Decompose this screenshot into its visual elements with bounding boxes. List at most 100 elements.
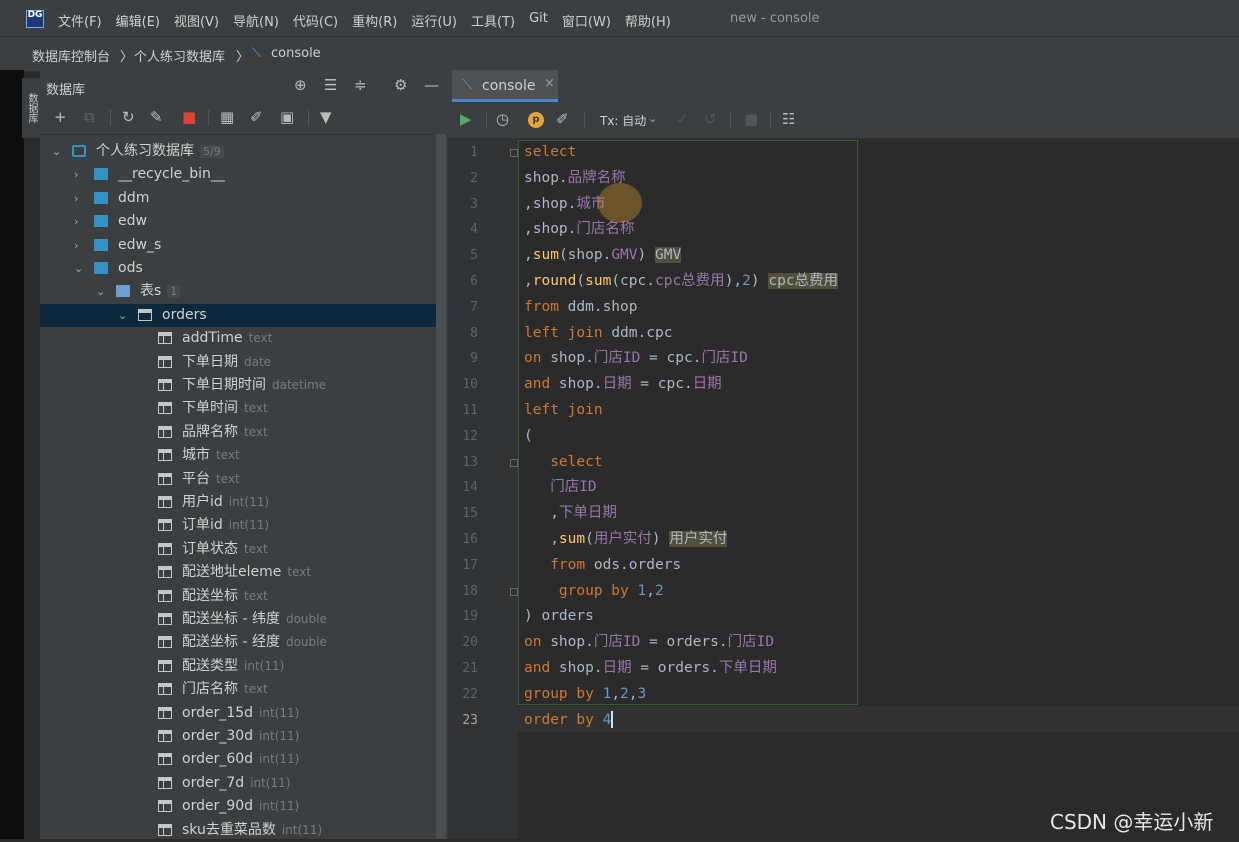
tree-column-item[interactable]: 下单日期 date <box>40 351 436 374</box>
gear-icon[interactable]: ⚙ <box>394 76 407 94</box>
chevron-right-icon[interactable]: › <box>74 234 78 257</box>
breadcrumb-item[interactable]: console <box>271 46 321 61</box>
code-line[interactable]: and shop.日期 = orders.下单日期 <box>524 656 777 682</box>
tree-column-item[interactable]: order_60d int(11) <box>40 748 436 771</box>
code-line[interactable]: 门店ID <box>524 475 596 501</box>
chevron-right-icon[interactable]: › <box>74 187 78 210</box>
code-line[interactable]: on shop.门店ID = orders.门店ID <box>524 630 774 656</box>
fold-marker-icon[interactable] <box>510 458 518 467</box>
edit-schema-icon[interactable]: ✎ <box>150 108 163 126</box>
menu-item[interactable]: 工具(T) <box>471 11 515 30</box>
tree-item-schema[interactable]: › edw_s <box>40 234 436 257</box>
code-line[interactable]: ,round(sum(cpc.cpc总费用),2) cpc总费用 <box>524 269 839 295</box>
rollback-icon[interactable]: ↺ <box>704 110 717 128</box>
code-line[interactable]: ,sum(用户实付) 用户实付 <box>524 527 728 553</box>
stop-icon[interactable]: ■ <box>744 110 758 128</box>
chevron-down-icon[interactable]: ⌄ <box>74 257 83 280</box>
tree-column-item[interactable]: 配送类型 int(11) <box>40 655 436 678</box>
menu-item[interactable]: 文件(F) <box>58 11 102 30</box>
breadcrumb-item[interactable]: 数据库控制台 <box>32 46 110 65</box>
collapse-all-icon[interactable]: ≑ <box>354 76 367 94</box>
history-icon[interactable]: ◷ <box>496 110 509 128</box>
code-line[interactable]: ,下单日期 <box>524 501 617 527</box>
chevron-right-icon[interactable]: › <box>74 163 78 186</box>
code-line[interactable]: select <box>524 140 576 166</box>
code-line[interactable]: group by 1,2 <box>524 579 664 605</box>
tree-item-schema[interactable]: › edw <box>40 210 436 233</box>
tree-item-schema[interactable]: › ddm <box>40 187 436 210</box>
menu-item[interactable]: 代码(C) <box>293 11 338 30</box>
tree-column-item[interactable]: 平台 text <box>40 468 436 491</box>
edit-icon[interactable]: ✐ <box>250 108 263 126</box>
code-line[interactable]: ,sum(shop.GMV) GMV <box>524 243 682 269</box>
explain-plan-icon[interactable]: p <box>528 112 544 128</box>
database-tool-tab[interactable]: 数据库 <box>22 78 40 138</box>
menu-item[interactable]: 重构(R) <box>352 11 397 30</box>
filter-icon[interactable]: ▼ <box>320 108 332 126</box>
commit-icon[interactable]: ✓ <box>676 110 689 128</box>
menu-item[interactable]: 编辑(E) <box>116 11 160 30</box>
code-line[interactable]: ) orders <box>524 604 594 630</box>
chevron-down-icon[interactable]: ⌄ <box>96 280 105 303</box>
sql-editor[interactable]: select shop.品牌名称 ,shop.城市 ,shop.门店名称 ,sum(sh… <box>518 138 1239 839</box>
tree-column-item[interactable]: 配送坐标 - 纬度 double <box>40 608 436 631</box>
stop-icon[interactable]: ■ <box>182 108 196 126</box>
tree-item-schema[interactable]: ⌄ ods <box>40 257 436 280</box>
code-line[interactable]: from ods.orders <box>524 553 681 579</box>
code-line[interactable]: from ddm.shop <box>524 295 638 321</box>
breadcrumb-item[interactable]: 个人练习数据库 <box>134 46 225 65</box>
code-line[interactable]: on shop.门店ID = cpc.门店ID <box>524 346 748 372</box>
menu-item[interactable]: 窗口(W) <box>562 11 611 30</box>
table-icon[interactable]: ▦ <box>220 108 234 126</box>
tree-column-item[interactable]: order_7d int(11) <box>40 772 436 795</box>
menu-item[interactable]: 导航(N) <box>233 11 279 30</box>
tree-column-item[interactable]: order_90d int(11) <box>40 795 436 818</box>
tree-column-item[interactable]: 城市 text <box>40 444 436 467</box>
menu-item[interactable]: 帮助(H) <box>625 11 671 30</box>
chevron-down-icon[interactable]: ⌄ <box>52 140 61 163</box>
code-line[interactable]: order by 4 <box>524 708 614 734</box>
run-icon[interactable]: ▶ <box>460 110 472 128</box>
tree-column-item[interactable]: 配送坐标 text <box>40 585 436 608</box>
tree-column-item[interactable]: 订单状态 text <box>40 538 436 561</box>
output-layout-icon[interactable]: ☷ <box>782 110 795 128</box>
code-line[interactable]: ,shop.城市 <box>524 192 605 218</box>
wrench-icon[interactable]: ✐ <box>556 110 569 128</box>
tree-column-item[interactable]: order_30d int(11) <box>40 725 436 748</box>
minimize-icon[interactable]: — <box>424 76 439 94</box>
close-icon[interactable]: × <box>544 76 555 91</box>
tree-column-item[interactable]: 下单时间 text <box>40 397 436 420</box>
code-line[interactable]: ( <box>524 424 533 450</box>
menu-item[interactable]: 运行(U) <box>411 11 457 30</box>
code-line[interactable]: select <box>524 450 602 476</box>
target-icon[interactable]: ⊕ <box>294 76 307 94</box>
expand-all-icon[interactable]: ☰ <box>324 76 337 94</box>
query-console-icon[interactable]: ▣ <box>280 108 294 126</box>
code-line[interactable]: and shop.日期 = cpc.日期 <box>524 372 722 398</box>
fold-marker-icon[interactable] <box>510 149 518 157</box>
fold-marker-icon[interactable] <box>510 587 518 596</box>
tree-column-item[interactable]: sku去重菜品数 int(11) <box>40 819 436 842</box>
chevron-right-icon[interactable]: › <box>74 210 78 233</box>
copy-icon[interactable]: ⧉ <box>84 108 95 126</box>
code-line[interactable]: group by 1,2,3 <box>524 682 646 708</box>
tree-item-schema[interactable]: › __recycle_bin__ <box>40 163 436 186</box>
code-line[interactable]: left join ddm.cpc <box>524 321 672 347</box>
tree-item-db[interactable]: ⌄ 个人练习数据库 5/9 <box>40 140 436 163</box>
tree-column-item[interactable]: 配送地址eleme text <box>40 561 436 584</box>
tree-item-folder[interactable]: ⌄ 表s 1 <box>40 280 436 303</box>
tab-console[interactable]: ⟍ console × <box>452 70 558 102</box>
menu-item[interactable]: Git <box>529 11 548 30</box>
tree-column-item[interactable]: 用户id int(11) <box>40 491 436 514</box>
chevron-down-icon[interactable]: ⌄ <box>118 304 127 327</box>
tree-column-item[interactable]: 品牌名称 text <box>40 421 436 444</box>
tree-item-table[interactable]: ⌄ orders <box>40 303 436 327</box>
menu-item[interactable]: 视图(V) <box>174 11 219 30</box>
tree-column-item[interactable]: 配送坐标 - 经度 double <box>40 631 436 654</box>
tree-column-item[interactable]: 订单id int(11) <box>40 514 436 537</box>
tree-scrollbar[interactable] <box>436 134 446 839</box>
code-line[interactable]: left join <box>524 398 603 424</box>
tree-column-item[interactable]: 门店名称 text <box>40 678 436 701</box>
tree-column-item[interactable]: order_15d int(11) <box>40 702 436 725</box>
refresh-icon[interactable]: ↻ <box>122 108 135 126</box>
